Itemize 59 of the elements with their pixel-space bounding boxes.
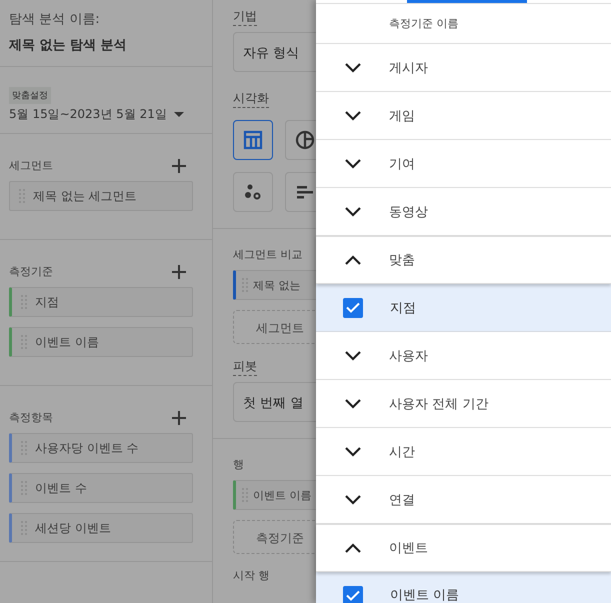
column-header: 측정기준 이름 (389, 16, 458, 31)
drag-handle-icon[interactable] (21, 481, 27, 495)
add-icon[interactable] (172, 158, 186, 172)
category-row[interactable]: 게시자 (316, 44, 611, 92)
technique-label: 기법 (233, 8, 257, 26)
date-badge: 맞춤설정 (9, 87, 51, 104)
category-row[interactable]: 연결 (316, 476, 611, 524)
segment-compare-label: 세그먼트 비교 (233, 247, 302, 262)
checkbox[interactable] (343, 298, 363, 318)
chevron-down-icon[interactable] (345, 350, 361, 360)
category-row[interactable]: 게임 (316, 92, 611, 140)
start-row-label: 시작 행 (233, 568, 270, 583)
drag-handle-icon[interactable] (242, 488, 248, 502)
chevron-up-icon[interactable] (345, 255, 361, 265)
chevron-down-icon[interactable] (345, 494, 361, 504)
visualization-label: 시각화 (233, 90, 269, 108)
pivot-label: 피봇 (233, 358, 257, 376)
chevron-down-icon[interactable] (345, 110, 361, 120)
checkbox[interactable] (343, 586, 363, 603)
drag-handle-icon[interactable] (19, 189, 25, 203)
category-row[interactable]: 사용자 전체 기간 (316, 380, 611, 428)
chevron-down-icon[interactable] (345, 158, 361, 168)
option-row[interactable]: 지점 (316, 284, 611, 332)
table-chart-button[interactable] (233, 120, 273, 160)
category-row[interactable]: 동영상 (316, 188, 611, 236)
chip[interactable]: 이벤트 이름 (9, 327, 193, 357)
chip[interactable]: 이벤트 수 (9, 473, 193, 503)
scatter-plot-icon (243, 182, 263, 202)
section-title: 측정항목 (9, 410, 53, 425)
drag-handle-icon[interactable] (21, 295, 27, 309)
dropdown-caret-icon[interactable] (174, 112, 184, 117)
scatter-chart-button[interactable] (233, 172, 273, 212)
category-row[interactable]: 시간 (316, 428, 611, 476)
chevron-down-icon[interactable] (345, 206, 361, 216)
add-icon[interactable] (172, 410, 186, 424)
section-title: 측정기준 (9, 264, 53, 279)
chip[interactable]: 제목 없는 세그먼트 (9, 181, 193, 211)
table-icon (243, 130, 263, 150)
chip[interactable]: 지점 (9, 287, 193, 317)
category-row[interactable]: 기여 (316, 140, 611, 188)
pie-chart-icon (295, 130, 315, 150)
exploration-title: 제목 없는 탐색 분석 (9, 37, 128, 54)
section-title: 세그먼트 (9, 158, 53, 173)
exploration-name-label: 탐색 분석 이름: (9, 11, 101, 28)
add-icon[interactable] (172, 264, 186, 278)
chevron-down-icon[interactable] (345, 62, 361, 72)
rows-label: 행 (233, 457, 244, 472)
chevron-up-icon[interactable] (345, 543, 361, 553)
drag-handle-icon[interactable] (21, 521, 27, 535)
drag-handle-icon[interactable] (242, 278, 248, 292)
drag-handle-icon[interactable] (21, 335, 27, 349)
chip[interactable]: 사용자당 이벤트 수 (9, 433, 193, 463)
chevron-down-icon[interactable] (345, 446, 361, 456)
category-row[interactable]: 사용자 (316, 332, 611, 380)
chip[interactable]: 세션당 이벤트 (9, 513, 193, 543)
chevron-down-icon[interactable] (345, 398, 361, 408)
date-range[interactable]: 5월 15일~2023년 5월 21일 (9, 106, 167, 123)
option-row[interactable]: 이벤트 이름 (316, 572, 611, 603)
drag-handle-icon[interactable] (21, 441, 27, 455)
